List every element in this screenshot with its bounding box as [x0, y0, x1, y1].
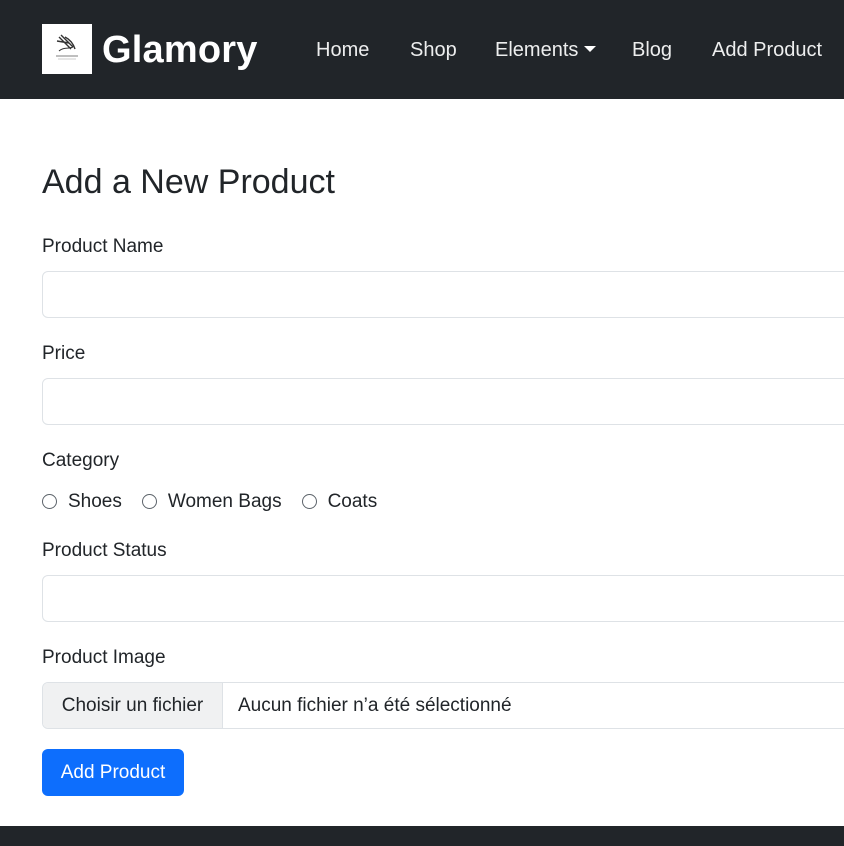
price-label: Price — [42, 343, 86, 364]
category-option-women-bags[interactable]: Women Bags — [141, 491, 282, 513]
file-status-text: Aucun fichier n’a été sélectionné — [238, 694, 512, 716]
radio-button[interactable] — [141, 493, 157, 509]
category-option-label: Women Bags — [167, 491, 282, 512]
category-option-shoes[interactable]: Shoes — [42, 491, 122, 513]
product-image-file-input[interactable]: Choisir un fichier Aucun fichier n’a été… — [42, 682, 844, 729]
product-status-label: Product Status — [42, 540, 167, 561]
category-option-coats[interactable]: Coats — [301, 491, 378, 513]
price-input[interactable] — [42, 378, 844, 425]
brand-logo[interactable] — [42, 24, 92, 74]
caret-down-icon — [584, 46, 597, 52]
product-status-input[interactable] — [42, 575, 844, 622]
nav-home[interactable]: Home — [316, 36, 369, 64]
product-name-label: Product Name — [42, 236, 164, 257]
category-option-label: Shoes — [68, 491, 122, 512]
category-option-label: Coats — [327, 491, 378, 512]
page-title: Add a New Product — [42, 163, 335, 201]
add-product-submit-button[interactable]: Add Product — [42, 749, 184, 796]
category-label: Category — [42, 450, 120, 471]
navbar: Glamory Home Shop Elements Blog Add Prod… — [0, 0, 844, 99]
nav-blog[interactable]: Blog — [632, 36, 672, 64]
nav-shop[interactable]: Shop — [410, 36, 457, 64]
nav-add-product[interactable]: Add Product — [712, 36, 822, 64]
nav-elements-label: Elements — [495, 39, 579, 61]
product-image-label: Product Image — [42, 647, 166, 668]
radio-button[interactable] — [42, 493, 57, 509]
product-name-input[interactable] — [42, 271, 844, 318]
footer — [0, 826, 844, 846]
category-radio-group: Shoes Women Bags Coats — [42, 488, 397, 516]
nav-elements-dropdown[interactable]: Elements — [495, 36, 597, 64]
choose-file-button[interactable]: Choisir un fichier — [43, 683, 223, 728]
brand-name[interactable]: Glamory — [102, 26, 258, 74]
radio-button[interactable] — [301, 493, 317, 509]
brand-logo-icon — [56, 34, 78, 60]
